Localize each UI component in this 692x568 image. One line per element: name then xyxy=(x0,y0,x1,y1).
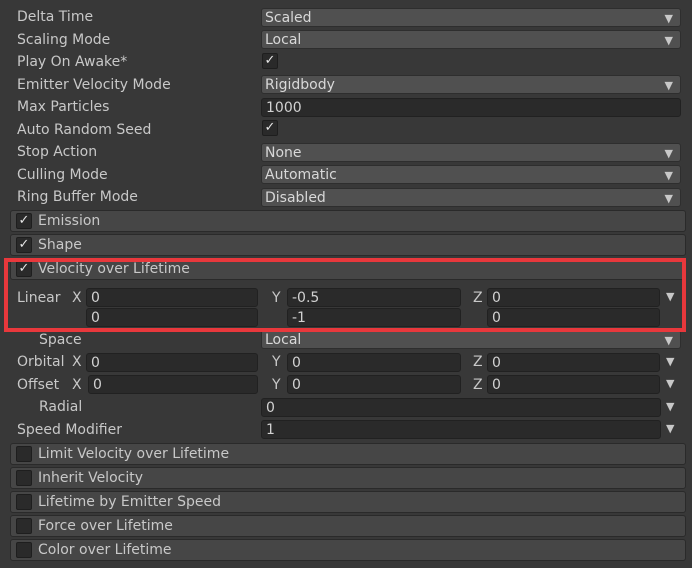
space-dropdown[interactable]: Local ▼ xyxy=(261,330,681,349)
dropdown-arrow-icon: ▼ xyxy=(664,169,673,182)
dropdown-value: None xyxy=(265,145,302,161)
prop-label: Culling Mode xyxy=(17,167,108,183)
axis-y-label: Y xyxy=(272,354,281,370)
module-label: Color over Lifetime xyxy=(38,542,172,558)
radial-label: Radial xyxy=(39,399,83,415)
dropdown-value: Local xyxy=(265,332,302,348)
offset-z-field[interactable]: 0 xyxy=(487,375,660,394)
module-toggle-checkbox[interactable]: ✓ xyxy=(16,261,32,277)
auto-random-seed-checkbox[interactable]: ✓ xyxy=(262,120,278,136)
module-shape[interactable]: ✓ Shape xyxy=(10,234,686,256)
module-inherit-velocity[interactable]: Inherit Velocity xyxy=(10,467,686,489)
module-limit-velocity-over-lifetime[interactable]: Limit Velocity over Lifetime xyxy=(10,443,686,465)
dropdown-value: Scaled xyxy=(265,10,312,26)
orbital-z-field[interactable]: 0 xyxy=(487,353,660,372)
axis-y-label: Y xyxy=(272,377,281,393)
max-particles-field[interactable]: 1000 xyxy=(261,98,681,117)
delta-time-dropdown[interactable]: Scaled ▼ xyxy=(261,8,681,27)
dropdown-value: Local xyxy=(265,32,302,48)
culling-mode-dropdown[interactable]: Automatic ▼ xyxy=(261,165,681,184)
module-lifetime-by-emitter-speed[interactable]: Lifetime by Emitter Speed xyxy=(10,491,686,513)
module-color-over-lifetime[interactable]: Color over Lifetime xyxy=(10,539,686,561)
dropdown-arrow-icon: ▼ xyxy=(664,12,673,25)
module-label: Shape xyxy=(38,237,82,253)
module-label: Inherit Velocity xyxy=(38,470,143,486)
curve-mode-dropdown-icon[interactable]: ▼ xyxy=(666,400,674,413)
dropdown-value: Disabled xyxy=(265,190,326,206)
axis-y-label: Y xyxy=(272,290,281,306)
play-on-awake-checkbox[interactable]: ✓ xyxy=(262,53,278,69)
module-force-over-lifetime[interactable]: Force over Lifetime xyxy=(10,515,686,537)
dropdown-value: Rigidbody xyxy=(265,77,335,93)
prop-label: Ring Buffer Mode xyxy=(17,189,138,205)
axis-x-label: X xyxy=(72,377,82,393)
module-toggle-checkbox[interactable]: ✓ xyxy=(16,237,32,253)
linear-x-min-field[interactable]: 0 xyxy=(86,308,258,327)
module-toggle-checkbox[interactable] xyxy=(16,518,32,534)
axis-x-label: X xyxy=(72,290,82,306)
offset-label: Offset xyxy=(17,377,60,393)
curve-mode-dropdown-icon[interactable]: ▼ xyxy=(666,422,674,435)
module-emission[interactable]: ✓ Emission xyxy=(10,210,686,232)
curve-mode-dropdown-icon[interactable]: ▼ xyxy=(666,290,674,303)
emitter-velocity-mode-dropdown[interactable]: Rigidbody ▼ xyxy=(261,75,681,94)
dropdown-arrow-icon: ▼ xyxy=(664,79,673,92)
prop-label: Max Particles xyxy=(17,99,110,115)
dropdown-value: Automatic xyxy=(265,167,337,183)
module-toggle-checkbox[interactable] xyxy=(16,446,32,462)
curve-mode-dropdown-icon[interactable]: ▼ xyxy=(666,355,674,368)
prop-label: Play On Awake* xyxy=(17,54,128,70)
speed-modifier-field[interactable]: 1 xyxy=(261,420,661,439)
module-label: Force over Lifetime xyxy=(38,518,173,534)
prop-label: Scaling Mode xyxy=(17,32,111,48)
dropdown-arrow-icon: ▼ xyxy=(664,34,673,47)
linear-y-min-field[interactable]: -1 xyxy=(287,308,461,327)
module-label: Limit Velocity over Lifetime xyxy=(38,446,230,462)
module-velocity-over-lifetime[interactable]: ✓ Velocity over Lifetime xyxy=(10,258,686,280)
curve-mode-dropdown-icon[interactable]: ▼ xyxy=(666,377,674,390)
speed-modifier-label: Speed Modifier xyxy=(17,422,122,438)
radial-field[interactable]: 0 xyxy=(261,398,661,417)
linear-z-max-field[interactable]: 0 xyxy=(487,288,660,307)
module-toggle-checkbox[interactable] xyxy=(16,542,32,558)
orbital-label: Orbital xyxy=(17,354,65,370)
offset-y-field[interactable]: 0 xyxy=(287,375,461,394)
ring-buffer-mode-dropdown[interactable]: Disabled ▼ xyxy=(261,188,681,207)
module-toggle-checkbox[interactable] xyxy=(16,494,32,510)
module-label: Lifetime by Emitter Speed xyxy=(38,494,221,510)
dropdown-arrow-icon: ▼ xyxy=(664,147,673,160)
stop-action-dropdown[interactable]: None ▼ xyxy=(261,143,681,162)
linear-label: Linear xyxy=(17,290,61,306)
linear-y-max-field[interactable]: -0.5 xyxy=(287,288,461,307)
linear-z-min-field[interactable]: 0 xyxy=(487,308,660,327)
axis-z-label: Z xyxy=(473,290,483,306)
dropdown-arrow-icon: ▼ xyxy=(664,192,673,205)
axis-z-label: Z xyxy=(473,377,483,393)
space-label: Space xyxy=(39,332,82,348)
orbital-y-field[interactable]: 0 xyxy=(287,353,461,372)
offset-x-field[interactable]: 0 xyxy=(88,375,258,394)
module-toggle-checkbox[interactable] xyxy=(16,470,32,486)
module-label: Velocity over Lifetime xyxy=(38,261,190,277)
linear-x-max-field[interactable]: 0 xyxy=(86,288,258,307)
prop-label: Delta Time xyxy=(17,9,94,25)
prop-label: Emitter Velocity Mode xyxy=(17,77,171,93)
dropdown-arrow-icon: ▼ xyxy=(664,334,673,347)
prop-label: Stop Action xyxy=(17,144,98,160)
axis-z-label: Z xyxy=(473,354,483,370)
module-label: Emission xyxy=(38,213,101,229)
prop-label: Auto Random Seed xyxy=(17,122,152,138)
axis-x-label: X xyxy=(72,354,82,370)
module-toggle-checkbox[interactable]: ✓ xyxy=(16,213,32,229)
scaling-mode-dropdown[interactable]: Local ▼ xyxy=(261,30,681,49)
orbital-x-field[interactable]: 0 xyxy=(86,353,258,372)
